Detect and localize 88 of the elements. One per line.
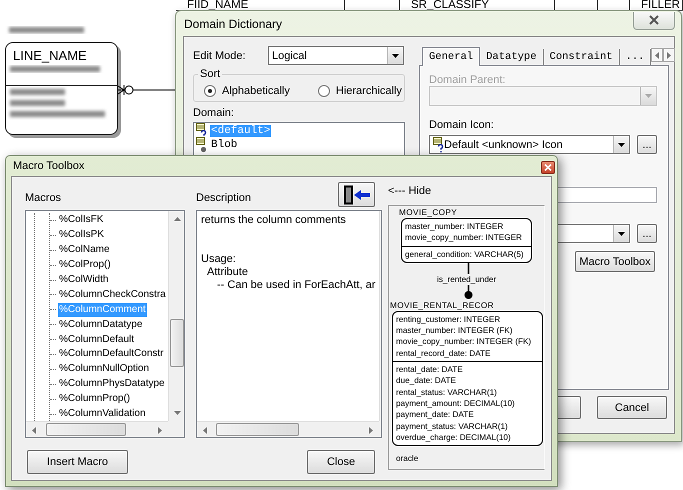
tree-item[interactable]: %ColIsPK <box>58 228 106 242</box>
tree-item[interactable]: %ColumnDefault <box>58 332 136 347</box>
triangle-icon <box>655 52 660 58</box>
database-label: oracle <box>396 454 420 464</box>
tree-item[interactable]: %ColumnNullOption <box>58 362 150 376</box>
attribute-text: payment_date: DATE <box>396 409 475 421</box>
attribute-text: movie_copy_number: INTEGER <box>405 232 523 244</box>
table-icon <box>433 136 444 152</box>
triangle-icon <box>369 426 374 434</box>
scroll-left-button[interactable] <box>651 48 664 62</box>
attribute-text: payment_amount: DECIMAL(10) <box>396 398 516 410</box>
tree-item[interactable]: %ColIsFK <box>58 213 104 228</box>
field-label: Domain Parent: <box>429 75 506 86</box>
close-icon <box>544 164 552 171</box>
attribute-text: general_condition: VARCHAR(5) <box>405 248 525 260</box>
hide-panel-button[interactable] <box>338 182 375 207</box>
group-label: Sort <box>199 68 222 80</box>
tab[interactable]: General <box>422 47 480 66</box>
radio-label[interactable]: Hierarchically <box>336 84 402 96</box>
field-label: Domain: <box>193 107 235 121</box>
macro-toolbox-button[interactable]: Macro Toolbox <box>575 251 655 272</box>
radio-button[interactable] <box>318 84 330 96</box>
entity-name: MOVIE_RENTAL_RECOR <box>390 300 495 311</box>
tree-item[interactable]: %ColumnPhysDatatype <box>58 377 166 392</box>
field-label: Domain Icon: <box>429 120 495 131</box>
bracket-arrow-icon <box>342 184 372 204</box>
vertical-scrollbar[interactable] <box>168 211 184 421</box>
table-icon <box>196 137 207 153</box>
attribute-text: rental_status: VARCHAR(1) <box>396 386 498 398</box>
tree-item[interactable]: %ColWidth <box>58 273 110 287</box>
triangle-icon <box>174 411 180 415</box>
caret-icon <box>618 232 625 236</box>
caret-icon <box>618 142 625 146</box>
domain-icon-dropdown[interactable]: Default <unknown> Icon <box>429 135 630 154</box>
description-text: Usage: <box>201 253 237 266</box>
tree-item[interactable]: %ColName <box>58 243 111 258</box>
attribute-text: due_date: DATE <box>396 375 457 387</box>
description-text: returns the column comments <box>201 214 347 227</box>
scroll-right-button[interactable] <box>663 48 676 62</box>
close-button[interactable]: Close <box>307 450 375 474</box>
tree-item[interactable]: %ColumnDatatype <box>58 318 144 332</box>
radio-label[interactable]: Alphabetically <box>222 84 290 96</box>
radio-button[interactable] <box>204 84 216 96</box>
scroll-thumb[interactable] <box>46 423 126 436</box>
scroll-thumb[interactable] <box>216 423 299 436</box>
hide-link[interactable]: <--- Hide <box>388 185 545 197</box>
list-item[interactable]: Blob <box>210 139 238 151</box>
entity-name: MOVIE_COPY <box>399 207 458 218</box>
insert-macro-button[interactable]: Insert Macro <box>27 450 128 474</box>
close-button[interactable] <box>541 161 555 174</box>
tree-item[interactable]: %ColumnCheckConstra <box>58 288 167 302</box>
field-label: Edit Mode: <box>193 50 247 62</box>
triangle-icon <box>32 426 36 434</box>
triangle-icon <box>203 426 207 434</box>
browse-button[interactable]: ... <box>637 224 657 243</box>
browse-button[interactable]: ... <box>637 135 657 154</box>
caret-icon <box>392 54 399 58</box>
horizontal-scrollbar[interactable] <box>26 421 168 437</box>
triangle-icon <box>667 52 672 58</box>
attribute-text: payment_status: VARCHAR(1) <box>396 420 509 432</box>
cancel-button[interactable]: Cancel <box>597 396 667 419</box>
description-text: -- Can be used in ForEachAtt, ar <box>216 279 376 292</box>
attribute-text: rental_record_date: DATE <box>396 348 492 360</box>
attribute-text: rental_date: DATE <box>396 364 464 376</box>
tree-item[interactable]: %ColProp() <box>58 258 112 272</box>
edit-mode-dropdown[interactable]: Logical <box>268 46 404 65</box>
close-button[interactable] <box>633 12 675 30</box>
description-text: Attribute <box>206 266 249 279</box>
relationship-label: is_rented_under <box>437 274 496 285</box>
triangle-icon <box>158 426 162 434</box>
attribute-text: overdue_charge: DECIMAL(10) <box>396 432 512 444</box>
horizontal-scrollbar[interactable] <box>197 421 380 437</box>
attribute-text: master_number: INTEGER (FK) <box>396 325 514 336</box>
tree-item[interactable]: %ColumnProp() <box>58 392 132 406</box>
close-icon <box>649 15 659 25</box>
attribute-text: movie_copy_number: INTEGER (FK) <box>396 336 532 348</box>
attribute-text: renting_customer: INTEGER <box>396 314 502 326</box>
window-title: Domain Dictionary <box>183 16 282 30</box>
tree-item[interactable]: %ColumnDefaultConstr <box>58 347 164 362</box>
section-label: Macros <box>25 192 62 204</box>
scroll-thumb[interactable] <box>170 319 184 367</box>
entity-name: LINE_NAME <box>12 47 88 63</box>
tree-item[interactable]: %ColumnValidation <box>58 407 147 421</box>
window-title: Macro Toolbox <box>12 160 84 172</box>
triangle-icon <box>174 217 180 221</box>
caret-icon <box>645 94 652 98</box>
section-label: Description <box>196 192 252 204</box>
attribute-text: master_number: INTEGER <box>405 221 504 232</box>
